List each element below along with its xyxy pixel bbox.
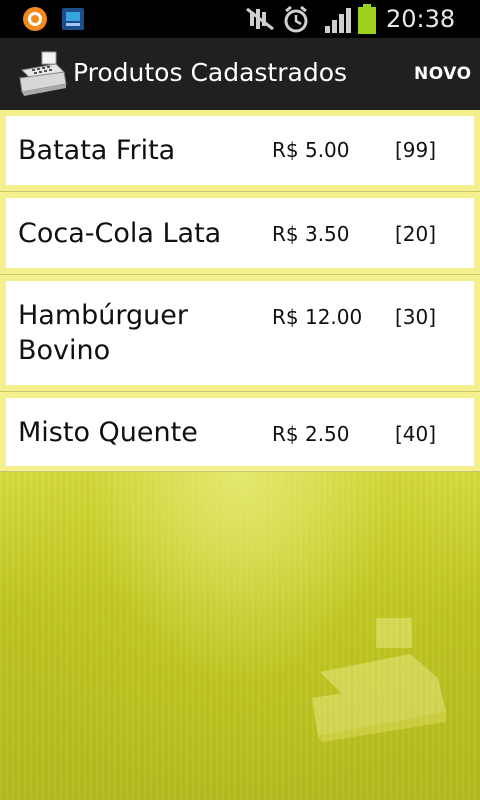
app-circle-icon <box>23 7 47 31</box>
page-title: Produtos Cadastrados <box>73 58 348 87</box>
cash-register-icon <box>19 51 67 96</box>
new-product-button[interactable]: NOVO <box>414 64 472 84</box>
product-price: R$ 2.50 <box>272 422 350 446</box>
product-name: Misto Quente <box>18 417 198 448</box>
list-item[interactable]: Batata Frita R$ 5.00 [99] <box>0 110 480 192</box>
mute-icon <box>246 7 274 31</box>
product-list: Batata Frita R$ 5.00 [99] Coca-Cola Lata… <box>0 110 480 472</box>
product-quantity: [30] <box>395 305 437 329</box>
product-quantity: [40] <box>395 422 437 446</box>
product-quantity: [99] <box>395 138 437 162</box>
list-item[interactable]: Coca-Cola Lata R$ 3.50 [20] <box>0 192 480 275</box>
product-quantity: [20] <box>395 222 437 246</box>
action-bar: Produtos Cadastrados NOVO <box>0 38 480 110</box>
product-name: Batata Frita <box>18 135 176 166</box>
list-item[interactable]: Hambúrguer Bovino R$ 12.00 [30] <box>0 275 480 392</box>
battery-icon <box>358 4 376 34</box>
app-book-icon <box>62 8 84 30</box>
alarm-icon <box>284 6 308 33</box>
status-bar: 20:38 <box>0 0 480 38</box>
clock: 20:38 <box>386 5 456 33</box>
signal-icon <box>325 8 351 33</box>
list-item[interactable]: Misto Quente R$ 2.50 [40] <box>0 392 480 472</box>
product-price: R$ 3.50 <box>272 222 350 246</box>
product-name: Coca-Cola Lata <box>18 218 222 249</box>
cash-register-watermark-icon <box>312 618 446 742</box>
product-price: R$ 5.00 <box>272 138 350 162</box>
product-name: Hambúrguer Bovino <box>18 300 188 366</box>
product-price: R$ 12.00 <box>272 305 363 329</box>
